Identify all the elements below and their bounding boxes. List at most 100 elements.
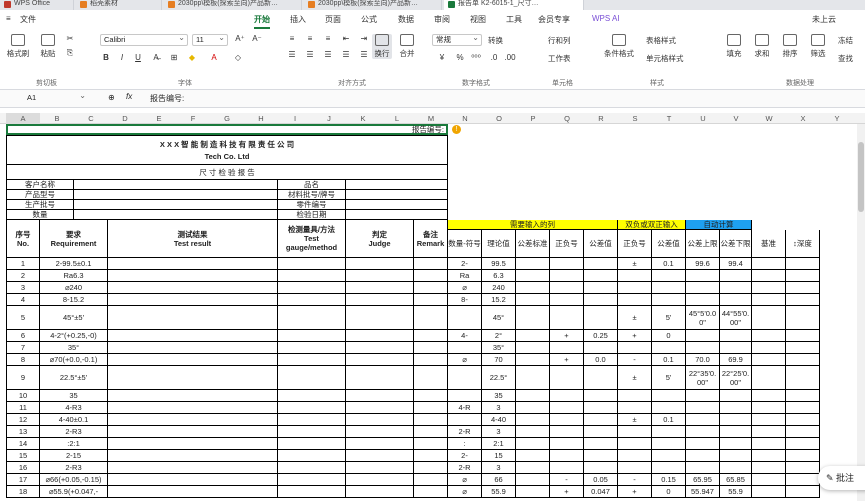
calc-cell[interactable] bbox=[516, 450, 550, 462]
judge-cell[interactable] bbox=[346, 366, 414, 390]
judge-cell[interactable] bbox=[346, 426, 414, 438]
column-header[interactable]: H bbox=[244, 113, 278, 124]
judge-cell[interactable] bbox=[346, 330, 414, 342]
calc-cell[interactable]: 0.047 bbox=[584, 486, 618, 498]
calc-cell[interactable]: Ra bbox=[448, 270, 482, 282]
result-cell[interactable] bbox=[108, 414, 278, 426]
row-number[interactable]: 12 bbox=[6, 414, 40, 426]
calc-cell[interactable] bbox=[516, 462, 550, 474]
document-tab[interactable]: 稻壳素材 bbox=[76, 0, 162, 10]
requirement-cell[interactable]: 2-R3 bbox=[40, 462, 108, 474]
calc-cell[interactable] bbox=[516, 342, 550, 354]
depth-cell[interactable] bbox=[786, 294, 820, 306]
calc-cell[interactable] bbox=[516, 366, 550, 390]
remark-cell[interactable] bbox=[414, 450, 448, 462]
merge-button[interactable]: 合并 bbox=[396, 34, 418, 59]
row-number[interactable]: 10 bbox=[6, 390, 40, 402]
menu-tab[interactable]: 插入 bbox=[290, 14, 306, 25]
column-header[interactable]: L bbox=[380, 113, 414, 124]
paste-button[interactable]: 粘贴 bbox=[36, 34, 60, 59]
hamburger-icon[interactable]: ≡ bbox=[6, 14, 11, 23]
datum-cell[interactable] bbox=[752, 438, 786, 450]
requirement-cell[interactable]: ⌀240 bbox=[40, 282, 108, 294]
judge-cell[interactable] bbox=[346, 390, 414, 402]
calc-cell[interactable]: 3 bbox=[482, 402, 516, 414]
decimal-increase-icon[interactable]: .0 bbox=[488, 53, 500, 62]
header-test-result[interactable]: 测试结果 Test result bbox=[108, 220, 278, 258]
judge-cell[interactable] bbox=[346, 450, 414, 462]
result-cell[interactable] bbox=[108, 270, 278, 282]
column-header[interactable]: I bbox=[278, 113, 312, 124]
judge-cell[interactable] bbox=[346, 402, 414, 414]
worksheet-button[interactable]: 工作表 bbox=[548, 53, 571, 64]
depth-cell[interactable] bbox=[786, 438, 820, 450]
name-box[interactable]: A1 bbox=[24, 91, 88, 105]
row-number[interactable]: 16 bbox=[6, 462, 40, 474]
remark-cell[interactable] bbox=[414, 258, 448, 270]
calc-cell[interactable] bbox=[720, 414, 752, 426]
gauge-cell[interactable] bbox=[278, 354, 346, 366]
remark-cell[interactable] bbox=[414, 438, 448, 450]
calc-cell[interactable] bbox=[516, 258, 550, 270]
info-label[interactable]: 材料批号/牌号 bbox=[278, 190, 346, 200]
calc-cell[interactable] bbox=[516, 294, 550, 306]
calc-cell[interactable]: + bbox=[550, 330, 584, 342]
gauge-cell[interactable] bbox=[278, 366, 346, 390]
calc-cell[interactable]: 65.85 bbox=[720, 474, 752, 486]
requirement-cell[interactable]: 2-99.5±0.1 bbox=[40, 258, 108, 270]
row-number[interactable]: 4 bbox=[6, 294, 40, 306]
calc-cell[interactable]: 70.0 bbox=[686, 354, 720, 366]
calc-cell[interactable] bbox=[652, 462, 686, 474]
calc-cell[interactable] bbox=[720, 390, 752, 402]
align-center-icon[interactable]: ☰ bbox=[304, 50, 316, 59]
band-auto-calc[interactable]: 自动计算 bbox=[686, 220, 752, 230]
calc-cell[interactable] bbox=[652, 294, 686, 306]
calc-cell[interactable]: 55.9 bbox=[720, 486, 752, 498]
datum-cell[interactable] bbox=[752, 366, 786, 390]
calc-cell[interactable]: 70 bbox=[482, 354, 516, 366]
gauge-cell[interactable] bbox=[278, 402, 346, 414]
sub-header[interactable]: 理论值 bbox=[482, 230, 516, 258]
calc-cell[interactable]: 6.3 bbox=[482, 270, 516, 282]
gauge-cell[interactable] bbox=[278, 462, 346, 474]
calc-cell[interactable]: 2° bbox=[482, 330, 516, 342]
column-header[interactable]: N bbox=[448, 113, 482, 124]
calc-cell[interactable] bbox=[720, 270, 752, 282]
column-header[interactable]: S bbox=[618, 113, 652, 124]
calc-cell[interactable] bbox=[550, 294, 584, 306]
sub-header[interactable]: 公差值 bbox=[652, 230, 686, 258]
remark-cell[interactable] bbox=[414, 342, 448, 354]
depth-cell[interactable] bbox=[786, 330, 820, 342]
document-tab[interactable]: 2030pp\模板(探索至向)产品新… bbox=[164, 0, 302, 10]
calc-cell[interactable] bbox=[516, 330, 550, 342]
depth-cell[interactable] bbox=[786, 414, 820, 426]
calc-cell[interactable]: 0.1 bbox=[652, 354, 686, 366]
calc-cell[interactable]: 35° bbox=[482, 342, 516, 354]
remark-cell[interactable] bbox=[414, 414, 448, 426]
info-value[interactable] bbox=[346, 200, 448, 210]
calc-cell[interactable] bbox=[720, 330, 752, 342]
header-seq[interactable]: 序号 No. bbox=[6, 220, 40, 258]
calc-cell[interactable] bbox=[584, 426, 618, 438]
calc-cell[interactable]: 4-R bbox=[448, 402, 482, 414]
gauge-cell[interactable] bbox=[278, 306, 346, 330]
calc-cell[interactable]: 4- bbox=[448, 330, 482, 342]
company-name-en[interactable]: Tech Co. Ltd bbox=[6, 150, 448, 162]
remark-cell[interactable] bbox=[414, 270, 448, 282]
calc-cell[interactable]: 8- bbox=[448, 294, 482, 306]
info-value[interactable] bbox=[74, 200, 278, 210]
company-name-cn[interactable]: X X X 智 能 制 造 科 技 有 限 责 任 公 司 bbox=[6, 138, 448, 150]
remark-cell[interactable] bbox=[414, 330, 448, 342]
remark-cell[interactable] bbox=[414, 474, 448, 486]
column-header[interactable]: P bbox=[516, 113, 550, 124]
calc-cell[interactable] bbox=[516, 306, 550, 330]
document-tab[interactable]: 报告单 K2-6015-1_尺寸… bbox=[444, 0, 584, 10]
header-judge[interactable]: 判定 Judge bbox=[346, 220, 414, 258]
calc-cell[interactable] bbox=[550, 438, 584, 450]
depth-cell[interactable] bbox=[786, 462, 820, 474]
calc-cell[interactable] bbox=[720, 342, 752, 354]
calc-cell[interactable] bbox=[584, 402, 618, 414]
calc-cell[interactable] bbox=[686, 438, 720, 450]
calc-cell[interactable] bbox=[618, 426, 652, 438]
calc-cell[interactable] bbox=[720, 294, 752, 306]
